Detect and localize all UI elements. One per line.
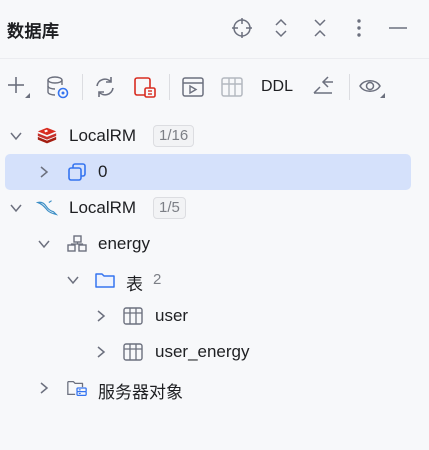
tree-node-redis-connection[interactable]: LocalRM 1/16 (0, 118, 429, 154)
toolbar: DDL (0, 66, 429, 110)
table-icon (122, 342, 144, 362)
toolbar-separator (82, 74, 83, 100)
toolbar-separator (169, 74, 170, 100)
tree-node-table-user-energy[interactable]: user_energy (0, 334, 429, 370)
chevron-right-icon[interactable] (94, 345, 108, 359)
count-badge: 1/16 (153, 125, 195, 147)
count-badge: 1/5 (153, 197, 186, 219)
database-tree: LocalRM 1/16 0 LocalRM 1/5 energy 表 2 us… (0, 118, 429, 406)
collapse-all-icon[interactable] (308, 16, 332, 40)
mysql-icon (36, 198, 58, 218)
tree-node-label: user_energy (155, 342, 250, 361)
tree-node-schema[interactable]: energy (0, 226, 429, 262)
chevron-down-icon[interactable] (66, 273, 80, 287)
tool-window-header: 数据库 (0, 0, 429, 58)
tree-node-tables-folder[interactable]: 表 2 (0, 262, 429, 298)
ddl-button[interactable]: DDL (261, 78, 293, 96)
more-vertical-icon[interactable] (347, 16, 371, 40)
crosshair-icon[interactable] (230, 16, 254, 40)
server-objects-icon (66, 378, 88, 398)
data-source-settings-icon[interactable] (43, 73, 71, 101)
table-count: 2 (153, 271, 162, 288)
redis-icon (36, 126, 58, 146)
minimize-icon[interactable] (386, 16, 410, 40)
tree-node-label: 0 (98, 162, 108, 181)
table-editor-icon[interactable] (218, 73, 246, 101)
table-icon (122, 306, 144, 326)
chevron-down-icon[interactable] (9, 201, 23, 215)
chevron-right-icon[interactable] (94, 309, 108, 323)
disconnect-icon[interactable] (130, 73, 158, 101)
tree-node-label: LocalRM (69, 198, 137, 217)
chevron-down-icon[interactable] (37, 237, 51, 251)
add-icon[interactable] (4, 73, 32, 101)
tree-node-label: 服务器对象 (98, 383, 183, 402)
refresh-icon[interactable] (91, 73, 119, 101)
tree-node-label: user (155, 306, 189, 325)
tree-node-table-user[interactable]: user (0, 298, 429, 334)
database-tool-window: 数据库 DDL LocalRM 1/16 0 LocalRM 1/5 energ… (0, 0, 429, 450)
expand-all-icon[interactable] (269, 16, 293, 40)
chevron-down-icon[interactable] (9, 129, 23, 143)
header-divider (0, 58, 429, 59)
tree-node-label: LocalRM (69, 126, 137, 145)
view-options-icon[interactable] (358, 73, 386, 101)
tree-node-server-objects[interactable]: 服务器对象 (0, 370, 429, 406)
schema-icon (66, 234, 88, 254)
toolbar-separator (349, 74, 350, 100)
jump-to-query-icon[interactable] (309, 73, 337, 101)
redis-database-icon (66, 162, 88, 182)
tree-node-redis-db[interactable]: 0 (0, 154, 429, 190)
chevron-right-icon[interactable] (37, 381, 51, 395)
tree-node-label: energy (98, 234, 150, 253)
tree-node-label: 表 (126, 275, 143, 294)
tree-node-mysql-connection[interactable]: LocalRM 1/5 (0, 190, 429, 226)
chevron-right-icon[interactable] (37, 165, 51, 179)
folder-icon (94, 270, 116, 290)
tool-window-title: 数据库 (7, 22, 60, 42)
console-icon[interactable] (179, 73, 207, 101)
